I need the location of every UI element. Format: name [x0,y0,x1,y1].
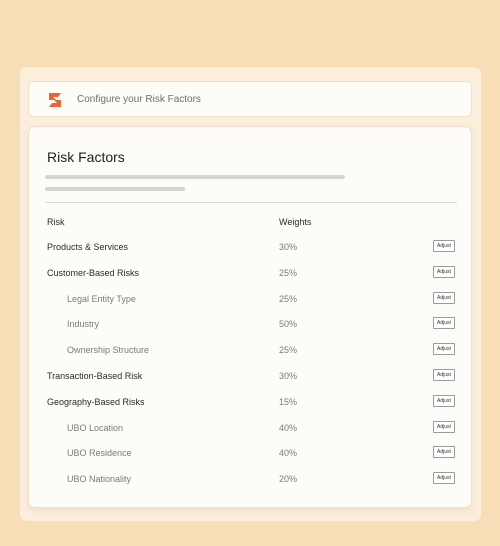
risk-name: Products & Services [47,242,129,252]
brand-logo-icon [46,91,64,109]
risk-weight: 30% [279,371,298,381]
table-row: Geography-Based Risks 15% Adjust [29,394,471,411]
risk-name: UBO Location [67,422,124,433]
table-row: Legal Entity Type 25% Adjust [29,291,471,308]
risk-weight: 40% [279,448,298,459]
adjust-button[interactable]: Adjust [433,446,455,459]
table-row: UBO Nationality 20% Adjust [29,472,471,488]
adjust-button[interactable]: Adjust [433,369,455,381]
risk-name: UBO Residence [67,448,132,459]
risk-weight: 25% [279,293,298,304]
risk-weight: 25% [279,345,298,356]
skeleton-line [45,187,185,191]
risk-weight: 50% [279,319,298,330]
adjust-button[interactable]: Adjust [433,343,455,356]
risk-weight: 25% [279,267,298,278]
risk-name: Geography-Based Risks [47,396,145,407]
risk-name: Transaction-Based Risk [47,371,143,381]
skeleton-line [45,175,345,179]
header-bar: Configure your Risk Factors [28,81,472,117]
table-row: Transaction-Based Risk 30% Adjust [29,369,471,385]
risk-factors-card: Risk Factors Risk Weights Products & Ser… [28,126,472,508]
risk-weight: 20% [279,474,298,485]
divider [45,202,457,203]
table-row: Products & Services 30% Adjust [29,240,471,256]
risk-name: UBO Nationality [67,474,132,485]
adjust-button[interactable]: Adjust [433,394,455,407]
card-title: Risk Factors [47,149,125,165]
adjust-button[interactable]: Adjust [433,265,455,278]
adjust-button[interactable]: Adjust [433,291,455,304]
risk-name: Industry [67,319,100,330]
adjust-button[interactable]: Adjust [433,240,455,252]
table-row: Industry 50% Adjust [29,317,471,333]
table-row: Ownership Structure 25% Adjust [29,343,471,359]
risk-weight: 40% [279,422,298,433]
risk-weight: 15% [279,396,298,407]
adjust-button[interactable]: Adjust [433,472,455,485]
risk-name: Legal Entity Type [67,293,136,304]
header-title: Configure your Risk Factors [77,94,201,105]
table-row: UBO Location 40% Adjust [29,420,471,437]
adjust-button[interactable]: Adjust [433,420,455,433]
risk-name: Ownership Structure [67,345,150,356]
table-row: Customer-Based Risks 25% Adjust [29,265,471,282]
risk-weight: 30% [279,242,298,252]
table-row: UBO Residence 40% Adjust [29,446,471,462]
adjust-button[interactable]: Adjust [433,317,455,330]
risk-name: Customer-Based Risks [47,267,140,278]
column-header-risk: Risk [47,217,65,227]
column-header-weights: Weights [279,217,312,227]
